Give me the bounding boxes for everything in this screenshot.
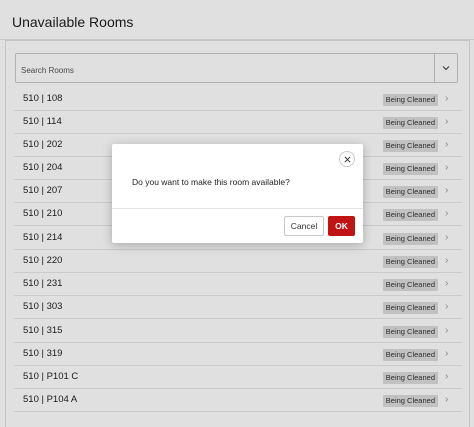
page: Unavailable Rooms 510 | 108 Being Cleane… xyxy=(0,0,474,427)
cancel-button[interactable]: Cancel xyxy=(284,216,324,236)
confirm-dialog: Do you want to make this room available?… xyxy=(112,144,363,243)
close-button[interactable] xyxy=(339,151,355,167)
close-icon xyxy=(343,155,351,163)
dialog-divider xyxy=(112,208,363,209)
ok-button[interactable]: OK xyxy=(328,216,355,236)
dialog-message: Do you want to make this room available? xyxy=(132,177,290,187)
